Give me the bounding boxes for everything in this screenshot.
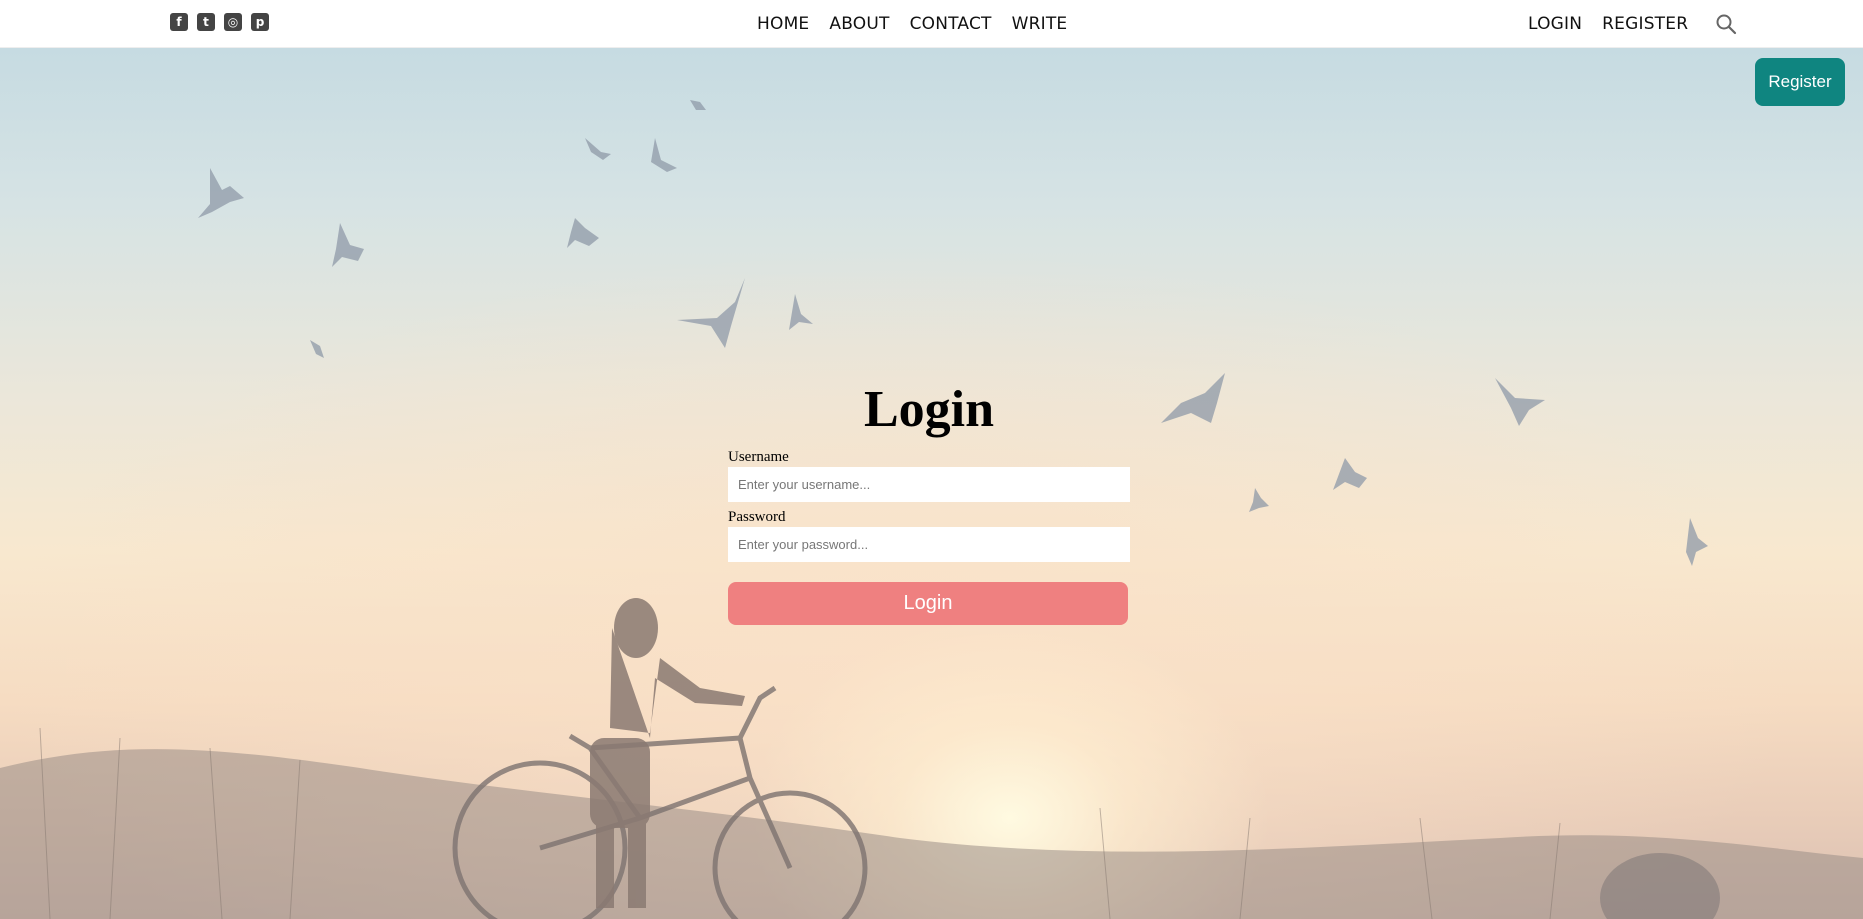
instagram-icon[interactable]: ◎ bbox=[224, 13, 242, 31]
nav-write[interactable]: WRITE bbox=[1012, 14, 1068, 34]
login-form: Login Username Password Login bbox=[728, 380, 1130, 625]
top-navbar: f t ◎ p HOME ABOUT CONTACT WRITE LOGIN R… bbox=[0, 0, 1863, 48]
nav-login[interactable]: LOGIN bbox=[1528, 14, 1582, 34]
nav-home[interactable]: HOME bbox=[757, 14, 809, 34]
password-input[interactable] bbox=[728, 527, 1130, 562]
username-input[interactable] bbox=[728, 467, 1130, 502]
auth-nav: LOGIN REGISTER bbox=[1528, 0, 1688, 48]
nav-register[interactable]: REGISTER bbox=[1602, 14, 1688, 34]
pinterest-icon[interactable]: p bbox=[251, 13, 269, 31]
password-label: Password bbox=[728, 509, 786, 525]
search-icon[interactable] bbox=[1715, 13, 1737, 35]
username-label: Username bbox=[728, 449, 789, 465]
page-title: Login bbox=[863, 381, 995, 438]
register-button[interactable]: Register bbox=[1755, 58, 1845, 106]
grass-field bbox=[0, 749, 1863, 919]
login-submit-button[interactable]: Login bbox=[728, 582, 1128, 625]
nav-contact[interactable]: CONTACT bbox=[910, 14, 992, 34]
main-nav: HOME ABOUT CONTACT WRITE bbox=[757, 0, 1067, 48]
facebook-icon[interactable]: f bbox=[170, 13, 188, 31]
nav-about[interactable]: ABOUT bbox=[829, 14, 889, 34]
twitter-icon[interactable]: t bbox=[197, 13, 215, 31]
social-links: f t ◎ p bbox=[170, 13, 269, 31]
